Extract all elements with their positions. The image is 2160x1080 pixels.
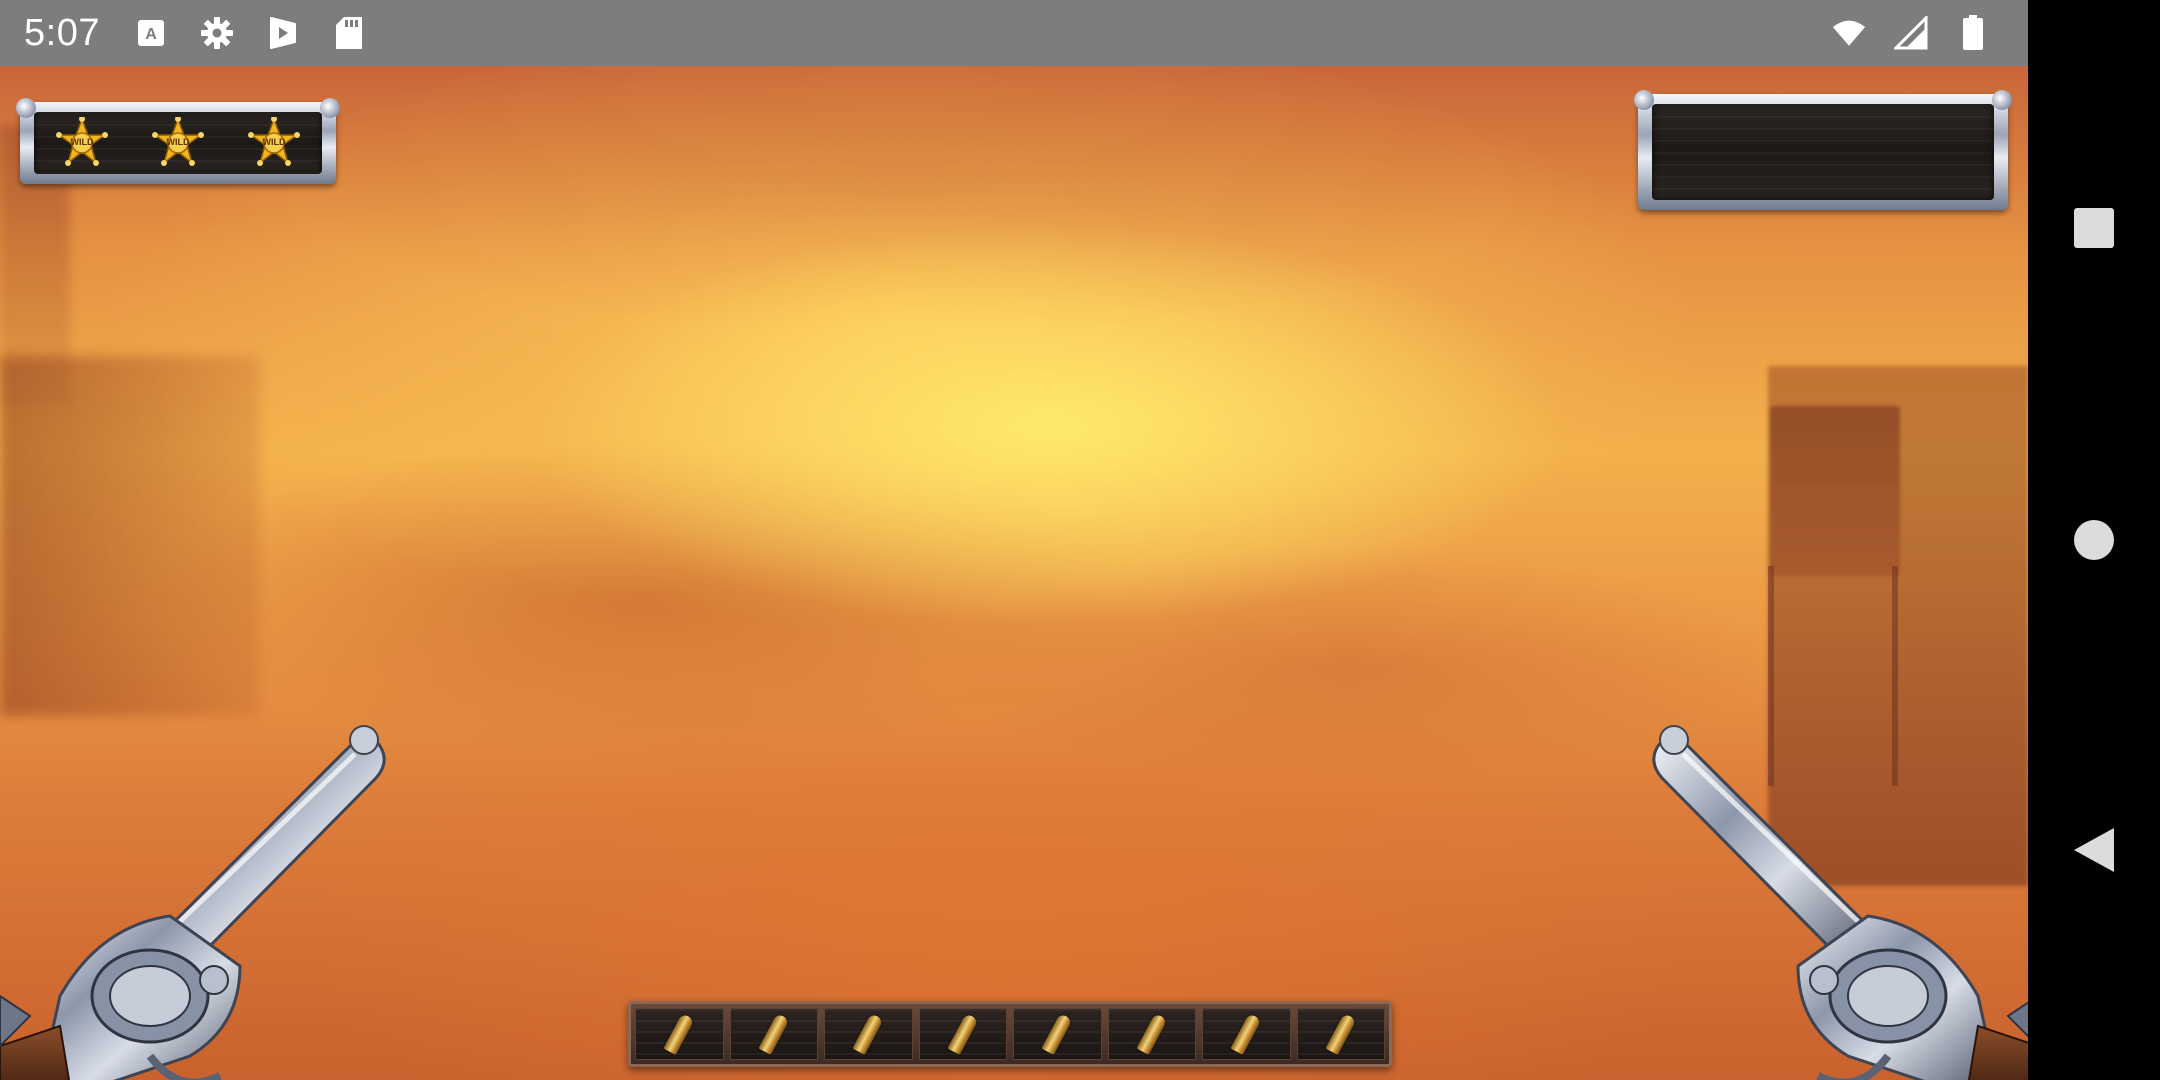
cell-signal-icon bbox=[1894, 16, 1928, 50]
bullet-icon bbox=[663, 1013, 695, 1055]
ammo-slot bbox=[729, 1008, 818, 1060]
recents-square-icon[interactable] bbox=[2054, 188, 2134, 268]
badge-label: WILD bbox=[166, 137, 190, 147]
play-store-icon bbox=[266, 16, 300, 50]
status-time: 5:07 bbox=[24, 11, 100, 54]
ammo-slot bbox=[1296, 1008, 1385, 1060]
sheriff-star-badge-icon: WILD bbox=[248, 117, 300, 169]
status-right-icons bbox=[1818, 15, 2004, 50]
svg-text:A: A bbox=[145, 26, 157, 43]
ammo-slot bbox=[1107, 1008, 1196, 1060]
badge-label: WILD bbox=[262, 137, 286, 147]
ammo-slot bbox=[1013, 1008, 1102, 1060]
score-panel bbox=[1634, 90, 2012, 210]
status-bar: 5:07 A bbox=[0, 0, 2028, 66]
score-panel-inner bbox=[1652, 104, 1994, 200]
battery-icon bbox=[1956, 15, 1990, 50]
ammo-slot bbox=[918, 1008, 1007, 1060]
ammo-bar bbox=[628, 1001, 1392, 1067]
bullet-icon bbox=[1325, 1013, 1357, 1055]
lives-panel-inner: WILD WILD WILD bbox=[34, 112, 322, 174]
navigation-bar bbox=[2028, 0, 2160, 1080]
left-revolver bbox=[0, 725, 386, 1080]
keyboard-a-icon: A bbox=[134, 16, 168, 50]
bullet-icon bbox=[852, 1013, 884, 1055]
lives-panel: WILD WILD WILD bbox=[16, 98, 340, 184]
sd-card-icon bbox=[332, 16, 366, 50]
home-circle-icon[interactable] bbox=[2054, 500, 2134, 580]
ammo-slot bbox=[824, 1008, 913, 1060]
water-tower bbox=[1770, 406, 1900, 576]
ammo-slot bbox=[1202, 1008, 1291, 1060]
ammo-slot bbox=[635, 1008, 724, 1060]
bullet-icon bbox=[1136, 1013, 1168, 1055]
bullet-icon bbox=[1041, 1013, 1073, 1055]
sheriff-star-badge-icon: WILD bbox=[56, 117, 108, 169]
bullet-icon bbox=[947, 1013, 979, 1055]
game-area[interactable]: WILD WILD WILD bbox=[0, 66, 2028, 1080]
game-screen: 5:07 A WILD WILD WILD bbox=[0, 0, 2160, 1080]
settings-gear-icon bbox=[200, 16, 234, 50]
badge-label: WILD bbox=[70, 137, 94, 147]
right-revolver bbox=[1652, 725, 2028, 1080]
bullet-icon bbox=[758, 1013, 790, 1055]
sheriff-star-badge-icon: WILD bbox=[152, 117, 204, 169]
background-building bbox=[0, 356, 260, 716]
wifi-icon bbox=[1832, 16, 1866, 50]
back-triangle-icon[interactable] bbox=[2054, 810, 2134, 890]
bullet-icon bbox=[1230, 1013, 1262, 1055]
